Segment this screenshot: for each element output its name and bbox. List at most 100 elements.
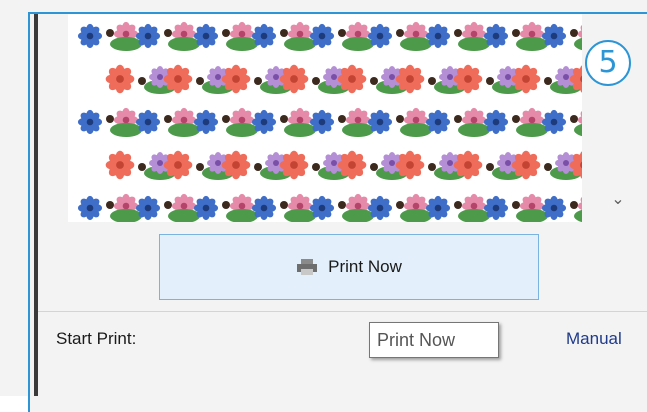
manual-mode-link[interactable]: Manual bbox=[566, 329, 622, 349]
leaf-motif bbox=[168, 37, 200, 51]
bug-motif bbox=[544, 163, 552, 171]
flower-motif bbox=[164, 151, 193, 180]
flower-motif bbox=[78, 196, 102, 220]
bug-motif bbox=[486, 77, 494, 85]
bug-motif bbox=[338, 201, 346, 209]
flower-motif bbox=[426, 110, 450, 134]
bug-motif bbox=[164, 29, 172, 37]
print-now-button[interactable]: Print Now bbox=[159, 234, 539, 300]
cut-off-value: ▬▬▬ bbox=[374, 390, 425, 396]
bug-motif bbox=[106, 115, 114, 123]
flower-motif bbox=[396, 65, 425, 94]
bug-motif bbox=[512, 29, 520, 37]
bug-motif bbox=[396, 115, 404, 123]
bug-motif bbox=[370, 77, 378, 85]
flower-motif bbox=[194, 24, 218, 48]
flower-motif bbox=[280, 65, 309, 94]
print-preview bbox=[68, 14, 582, 222]
leaf-motif bbox=[284, 37, 316, 51]
flower-motif bbox=[368, 24, 392, 48]
bug-motif bbox=[280, 29, 288, 37]
flower-motif bbox=[484, 196, 508, 220]
bug-motif bbox=[454, 115, 462, 123]
bug-motif bbox=[338, 29, 346, 37]
leaf-motif bbox=[342, 209, 374, 222]
bug-motif bbox=[396, 29, 404, 37]
leaf-motif bbox=[516, 123, 548, 137]
bug-motif bbox=[106, 29, 114, 37]
bug-motif bbox=[338, 115, 346, 123]
leaf-motif bbox=[400, 209, 432, 222]
bug-motif bbox=[280, 115, 288, 123]
leaf-motif bbox=[574, 37, 582, 51]
bug-motif bbox=[222, 201, 230, 209]
bug-motif bbox=[164, 115, 172, 123]
flower-motif bbox=[136, 110, 160, 134]
bug-motif bbox=[370, 163, 378, 171]
flower-motif bbox=[542, 24, 566, 48]
leaf-motif bbox=[516, 37, 548, 51]
print-now-label: Print Now bbox=[328, 257, 402, 277]
flower-motif bbox=[512, 151, 541, 180]
leaf-motif bbox=[574, 123, 582, 137]
leaf-motif bbox=[168, 209, 200, 222]
leaf-motif bbox=[226, 123, 258, 137]
bug-motif bbox=[512, 115, 520, 123]
flower-motif bbox=[338, 151, 367, 180]
flower-motif bbox=[426, 196, 450, 220]
flower-motif bbox=[280, 151, 309, 180]
flower-motif bbox=[368, 196, 392, 220]
flower-motif bbox=[454, 65, 483, 94]
bug-motif bbox=[428, 77, 436, 85]
flower-motif bbox=[194, 196, 218, 220]
flower-motif bbox=[252, 196, 276, 220]
bug-motif bbox=[454, 29, 462, 37]
leaf-motif bbox=[284, 123, 316, 137]
flower-motif bbox=[136, 24, 160, 48]
bug-motif bbox=[254, 163, 262, 171]
start-print-label: Start Print: bbox=[56, 329, 136, 349]
leaf-motif bbox=[226, 209, 258, 222]
bug-motif bbox=[280, 201, 288, 209]
bug-motif bbox=[512, 201, 520, 209]
flower-motif bbox=[542, 110, 566, 134]
bug-motif bbox=[428, 163, 436, 171]
bug-motif bbox=[138, 77, 146, 85]
flower-motif bbox=[396, 151, 425, 180]
flower-motif bbox=[164, 65, 193, 94]
bug-motif bbox=[486, 163, 494, 171]
flower-motif bbox=[338, 65, 367, 94]
bug-motif bbox=[570, 115, 578, 123]
step-number-badge: 5 bbox=[585, 40, 631, 86]
bug-motif bbox=[544, 77, 552, 85]
bug-motif bbox=[164, 201, 172, 209]
flower-motif bbox=[426, 24, 450, 48]
leaf-motif bbox=[400, 37, 432, 51]
flower-motif bbox=[310, 196, 334, 220]
flower-motif bbox=[512, 65, 541, 94]
leaf-motif bbox=[342, 37, 374, 51]
leaf-motif bbox=[516, 209, 548, 222]
panel-divider bbox=[34, 14, 38, 396]
flower-motif bbox=[106, 151, 135, 180]
leaf-motif bbox=[400, 123, 432, 137]
bug-motif bbox=[454, 201, 462, 209]
leaf-motif bbox=[458, 209, 490, 222]
bug-motif bbox=[570, 201, 578, 209]
flower-motif bbox=[222, 65, 251, 94]
bug-motif bbox=[254, 77, 262, 85]
flower-motif bbox=[78, 110, 102, 134]
printer-icon bbox=[296, 259, 318, 275]
flower-motif bbox=[454, 151, 483, 180]
chevron-down-icon[interactable]: ⌄ bbox=[606, 188, 630, 212]
bug-motif bbox=[570, 29, 578, 37]
bug-motif bbox=[312, 163, 320, 171]
flower-motif bbox=[194, 110, 218, 134]
bug-motif bbox=[222, 115, 230, 123]
flower-motif bbox=[484, 24, 508, 48]
leaf-motif bbox=[110, 37, 142, 51]
leaf-motif bbox=[574, 209, 582, 222]
flower-motif bbox=[310, 24, 334, 48]
leaf-motif bbox=[110, 123, 142, 137]
leaf-motif bbox=[284, 209, 316, 222]
